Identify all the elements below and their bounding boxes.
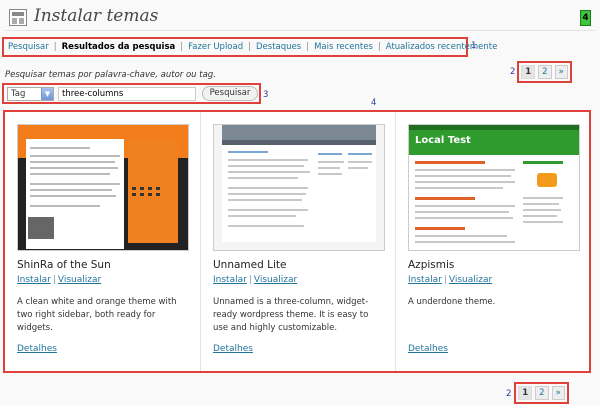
- page-title: Instalar temas: [34, 6, 159, 26]
- details-link[interactable]: Detalhes: [408, 344, 448, 354]
- details-link[interactable]: Detalhes: [213, 344, 253, 354]
- theme-description: A underdone theme.: [408, 297, 496, 307]
- theme-description: A clean white and orange theme with two …: [17, 297, 177, 333]
- theme-card: Unnamed Lite Instalar | Visualizar Unnamed…: [200, 112, 395, 371]
- search-input[interactable]: three-columns: [58, 87, 196, 101]
- pagination-bottom: 1 2 »: [514, 382, 569, 404]
- install-link[interactable]: Instalar: [213, 275, 247, 285]
- action-separator: |: [248, 275, 252, 285]
- search-type-select[interactable]: Tag ▼: [7, 87, 54, 101]
- preview-link[interactable]: Visualizar: [58, 275, 101, 285]
- submenu-separator: |: [180, 42, 184, 52]
- screenshot-title: Local Test: [415, 135, 471, 146]
- submenu-item-pesquisar[interactable]: Pesquisar: [8, 42, 49, 52]
- action-separator: |: [52, 275, 56, 285]
- annotation-number-2: 2: [506, 389, 512, 399]
- theme-search-form: Tag ▼ three-columns Pesquisar: [2, 83, 261, 104]
- next-page-link[interactable]: »: [554, 65, 568, 79]
- theme-screenshot[interactable]: Local Test: [408, 124, 580, 251]
- action-separator: |: [443, 275, 447, 285]
- submenu-item-destaques[interactable]: Destaques: [256, 42, 301, 52]
- submenu-separator: |: [306, 42, 310, 52]
- details-link[interactable]: Detalhes: [17, 344, 57, 354]
- theme-install-submenu: Pesquisar | Resultados da pesquisa | Faz…: [2, 37, 497, 57]
- theme-card: ShinRa of the Sun Instalar | Visualizar A …: [5, 112, 200, 371]
- preview-link[interactable]: Visualizar: [254, 275, 297, 285]
- search-hint: Pesquisar temas por palavra-chave, autor…: [5, 70, 216, 80]
- page-2-link[interactable]: 2: [538, 65, 552, 79]
- annotation-number-2: 2: [510, 67, 516, 77]
- next-page-link[interactable]: »: [551, 386, 565, 400]
- install-link[interactable]: Instalar: [17, 275, 51, 285]
- themes-page-icon: [9, 9, 27, 26]
- theme-name: Azpismis: [408, 259, 455, 271]
- submenu-item-atualizados[interactable]: Atualizados recentemente: [386, 42, 498, 52]
- annotation-number-3: 3: [263, 90, 269, 100]
- theme-name: Unnamed Lite: [213, 259, 287, 271]
- submenu-separator: |: [53, 42, 57, 52]
- theme-name: ShinRa of the Sun: [17, 259, 111, 271]
- annotation-badge-4: 4: [580, 10, 591, 26]
- submenu-item-mais-recentes[interactable]: Mais recentes: [314, 42, 373, 52]
- page-2-link[interactable]: 2: [535, 386, 549, 400]
- annotation-number-1: 1: [471, 41, 477, 51]
- search-type-value: Tag: [11, 89, 26, 99]
- submenu-separator: |: [248, 42, 251, 52]
- search-button[interactable]: Pesquisar: [202, 86, 258, 101]
- submenu-item-resultados[interactable]: Resultados da pesquisa: [62, 42, 176, 52]
- install-link[interactable]: Instalar: [408, 275, 442, 285]
- preview-link[interactable]: Visualizar: [449, 275, 492, 285]
- page-1-link[interactable]: 1: [518, 386, 533, 400]
- page-1-link[interactable]: 1: [521, 65, 536, 79]
- submenu-item-fazer-upload[interactable]: Fazer Upload: [188, 42, 243, 52]
- pagination-top: 1 2 »: [517, 61, 572, 83]
- chevron-down-icon[interactable]: ▼: [41, 88, 53, 100]
- theme-description: Unnamed is a three-column, widget-ready …: [213, 297, 369, 333]
- divider: [5, 30, 595, 31]
- theme-card: Local Test Azpismis Instalar | Visualizar: [395, 112, 590, 371]
- theme-screenshot[interactable]: [213, 124, 385, 251]
- theme-screenshot[interactable]: [17, 124, 189, 251]
- annotation-number-4: 4: [371, 98, 377, 108]
- submenu-separator: |: [377, 42, 381, 52]
- theme-results-grid: ShinRa of the Sun Instalar | Visualizar A …: [3, 110, 591, 373]
